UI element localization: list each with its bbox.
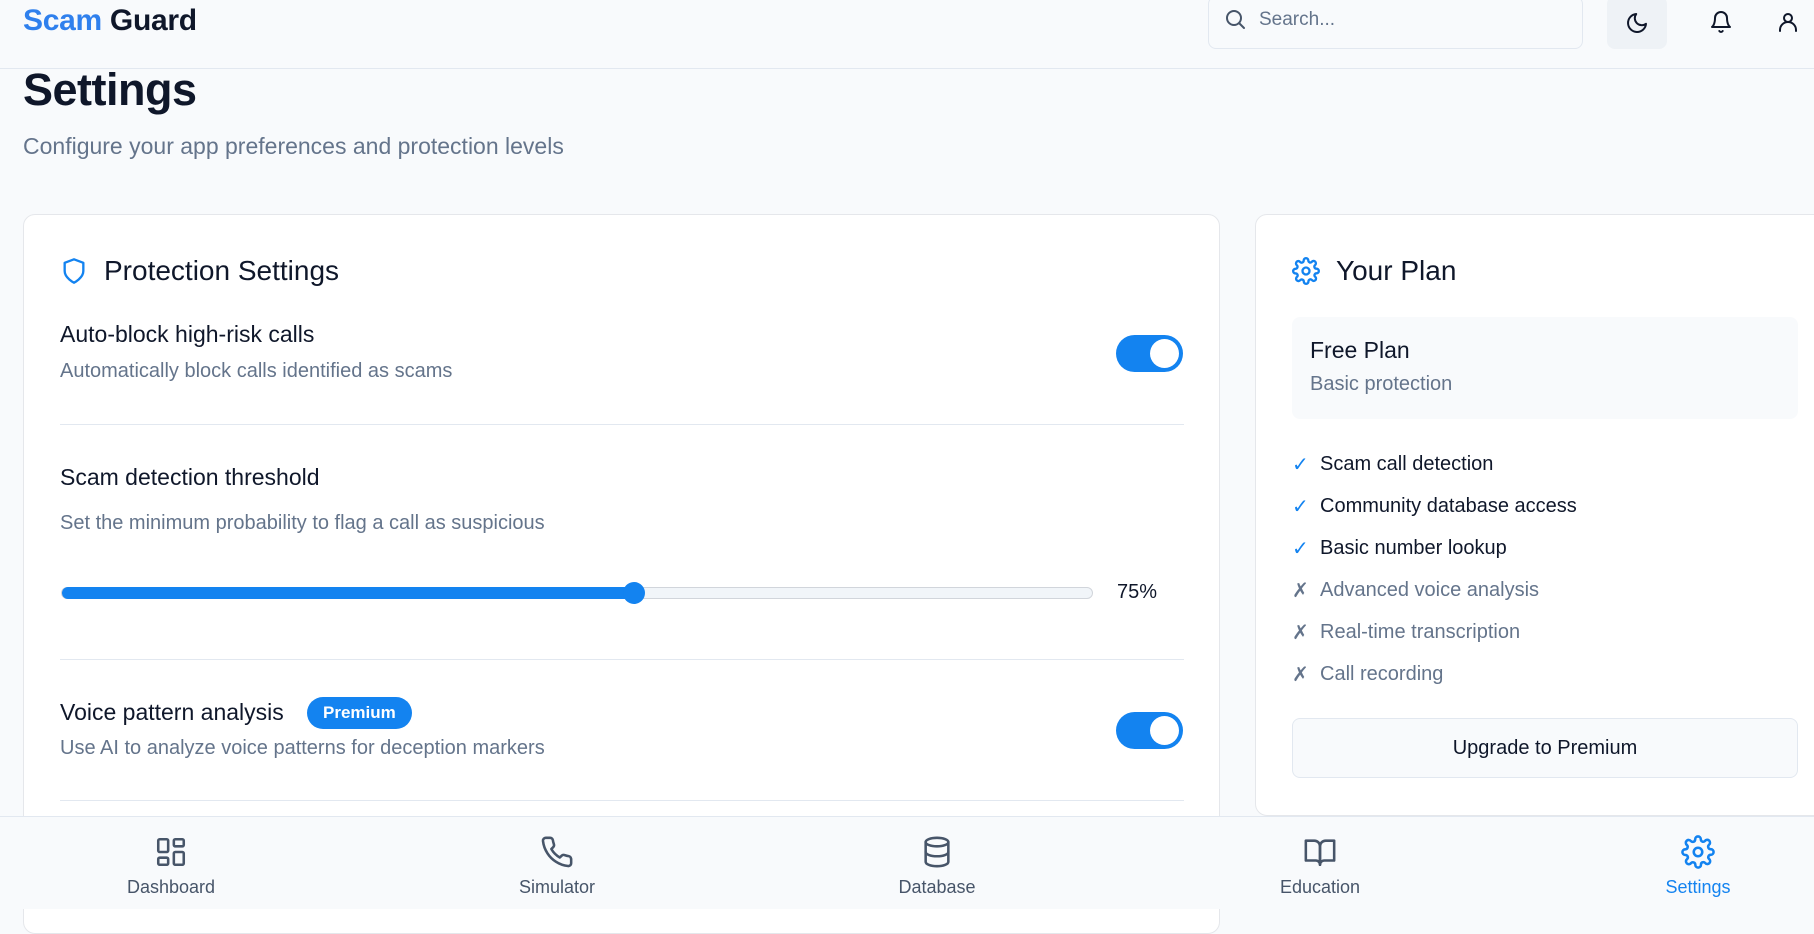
nav-item-settings[interactable]: Settings (1598, 817, 1798, 910)
page-subtitle: Configure your app preferences and prote… (23, 133, 564, 159)
shield-icon (63, 258, 85, 284)
bell-icon (1711, 11, 1731, 33)
feature-label: Call recording (1320, 662, 1444, 685)
dashboard-icon (156, 837, 186, 867)
slider-fill (62, 587, 634, 599)
app-logo[interactable]: Scam Guard (23, 4, 197, 38)
page-title: Settings (23, 64, 197, 115)
check-icon: ✓ (1292, 453, 1309, 476)
upgrade-button[interactable]: Upgrade to Premium (1292, 718, 1798, 778)
nav-item-simulator[interactable]: Simulator (457, 817, 657, 910)
nav-item-database[interactable]: Database (837, 817, 1037, 910)
nav-label: Database (898, 877, 976, 897)
gear-icon (1292, 257, 1320, 285)
your-plan-card: Your Plan Free Plan Basic protection ✓ S… (1255, 214, 1814, 816)
plan-description: Basic protection (1310, 373, 1453, 395)
plan-features-list: ✓ Scam call detection ✓ Community databa… (1292, 443, 1577, 695)
list-item: ✗ Call recording (1292, 653, 1577, 695)
search-input[interactable] (1257, 6, 1557, 34)
auto-block-description: Automatically block calls identified as … (60, 360, 453, 382)
notifications-button[interactable] (1695, 2, 1747, 42)
plan-card-title: Your Plan (1336, 255, 1457, 286)
plan-card-header: Your Plan (1292, 255, 1456, 287)
cross-icon: ✗ (1292, 663, 1309, 686)
plan-name: Free Plan (1310, 337, 1410, 363)
premium-badge: Premium (307, 697, 412, 729)
search-icon (1226, 10, 1245, 29)
divider (60, 424, 1184, 425)
search-box (1208, 0, 1583, 49)
database-icon (924, 836, 950, 868)
cross-icon: ✗ (1292, 621, 1309, 644)
voice-analysis-toggle[interactable] (1116, 712, 1183, 749)
slider-thumb[interactable] (622, 582, 645, 604)
nav-label: Settings (1665, 877, 1731, 897)
threshold-title: Scam detection threshold (60, 464, 320, 490)
feature-label: Real-time transcription (1320, 620, 1521, 643)
threshold-slider[interactable] (61, 582, 1093, 604)
nav-label: Simulator (518, 877, 596, 897)
threshold-description: Set the minimum probability to flag a ca… (60, 512, 545, 534)
auto-block-toggle[interactable] (1116, 335, 1183, 372)
user-icon (1779, 13, 1797, 32)
brand-guard: Guard (109, 4, 197, 37)
check-icon: ✓ (1292, 495, 1309, 518)
protection-card-header: Protection Settings (60, 255, 339, 287)
auto-block-title: Auto-block high-risk calls (60, 321, 315, 347)
toggle-knob (1150, 339, 1179, 368)
nav-item-education[interactable]: Education (1220, 817, 1420, 910)
feature-label: Scam call detection (1320, 452, 1494, 475)
check-icon: ✓ (1292, 537, 1309, 560)
phone-icon (541, 836, 573, 868)
toggle-knob (1150, 716, 1179, 745)
list-item: ✓ Basic number lookup (1292, 527, 1577, 569)
divider (60, 659, 1184, 660)
user-menu-button[interactable] (1768, 2, 1808, 42)
app-header: Scam Guard (0, 0, 1814, 69)
nav-label: Education (1279, 877, 1361, 897)
book-icon (1304, 839, 1336, 867)
list-item: ✗ Advanced voice analysis (1292, 569, 1577, 611)
protection-card-title: Protection Settings (104, 255, 340, 286)
list-item: ✓ Community database access (1292, 485, 1577, 527)
cross-icon: ✗ (1292, 579, 1309, 602)
feature-label: Community database access (1320, 494, 1577, 517)
theme-toggle-button[interactable] (1607, 0, 1667, 49)
list-item: ✗ Real-time transcription (1292, 611, 1577, 653)
threshold-value: 75% (1117, 581, 1158, 603)
divider (60, 800, 1184, 801)
feature-label: Basic number lookup (1320, 536, 1507, 559)
feature-label: Advanced voice analysis (1320, 578, 1540, 601)
nav-item-dashboard[interactable]: Dashboard (71, 817, 271, 910)
gear-icon (1681, 835, 1715, 869)
list-item: ✓ Scam call detection (1292, 443, 1577, 485)
brand-scam: Scam (23, 4, 102, 37)
bottom-navigation: Dashboard Simulator Database Education S… (0, 816, 1814, 909)
voice-analysis-title: Voice pattern analysis (60, 699, 284, 725)
current-plan-box: Free Plan Basic protection (1292, 317, 1798, 419)
moon-icon (1627, 12, 1647, 33)
voice-analysis-description: Use AI to analyze voice patterns for dec… (60, 737, 545, 759)
nav-label: Dashboard (126, 877, 216, 897)
